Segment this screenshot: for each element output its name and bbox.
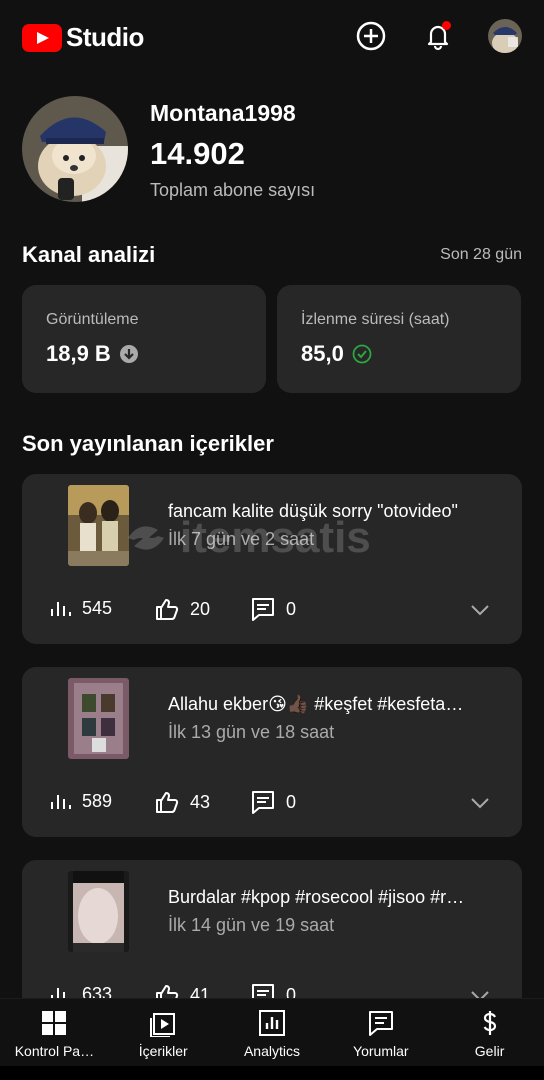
- watch-time-value: 85,0: [301, 341, 344, 366]
- analytics-icon: [258, 1010, 285, 1036]
- analytics-period: Son 28 gün: [440, 246, 522, 263]
- nav-label: Kontrol Pa…: [14, 1043, 95, 1059]
- video-card[interactable]: fancam kalite düşük sorry "otovideo" İlk…: [22, 474, 522, 644]
- nav-analytics[interactable]: Analytics: [218, 999, 327, 1066]
- youtube-logo-icon: [22, 23, 62, 52]
- likes-count: 20: [190, 598, 211, 619]
- bar-chart-icon: [51, 795, 71, 809]
- nav-label: Yorumlar: [353, 1043, 409, 1059]
- video-title: Allahu ekber😘👍🏿 #keşfet #kesfeta…: [168, 694, 464, 714]
- thumbs-up-icon: [156, 792, 179, 813]
- watch-time-card[interactable]: İzlenme süresi (saat) 85,0: [277, 285, 521, 393]
- logo-text: Studio: [66, 22, 144, 52]
- comments-count: 0: [286, 791, 297, 812]
- views-value: 18,9 B: [46, 341, 111, 366]
- likes-count: 43: [190, 791, 211, 812]
- nav-dashboard[interactable]: Kontrol Pa…: [0, 999, 109, 1066]
- views-count: 545: [82, 597, 113, 618]
- watch-time-label: İzlenme süresi (saat): [301, 311, 450, 328]
- bottom-nav: Kontrol Pa… İçerikler Analytics Yorumlar…: [0, 998, 544, 1066]
- video-metrics: 545 20 0: [48, 596, 498, 624]
- views-value-row: 18,9 B: [46, 341, 139, 367]
- chevron-down-icon[interactable]: [468, 598, 492, 622]
- chevron-down-icon[interactable]: [468, 791, 492, 815]
- notification-dot: [442, 21, 451, 30]
- views-label: Görüntüleme: [46, 311, 139, 328]
- nav-content[interactable]: İçerikler: [109, 999, 218, 1066]
- thumbs-up-icon: [156, 599, 179, 620]
- comments-metric: 0: [250, 789, 296, 815]
- comments-count: 0: [286, 598, 297, 619]
- bar-chart-icon: [51, 602, 71, 616]
- dashboard-icon: [42, 1011, 67, 1035]
- comment-icon: [252, 598, 274, 621]
- account-avatar[interactable]: [488, 19, 522, 53]
- channel-name: Montana1998: [150, 100, 296, 126]
- nav-label: Gelir: [474, 1043, 505, 1059]
- video-age: İlk 13 gün ve 18 saat: [168, 722, 335, 742]
- views-count: 589: [82, 790, 113, 811]
- nav-label: Analytics: [243, 1043, 300, 1059]
- video-age: İlk 7 gün ve 2 saat: [168, 529, 315, 549]
- analytics-title: Kanal analizi: [22, 242, 156, 267]
- watch-time-value-row: 85,0: [301, 341, 372, 367]
- video-thumbnail[interactable]: [68, 871, 129, 952]
- channel-avatar[interactable]: [22, 96, 128, 202]
- recent-content-title: Son yayınlanan içerikler: [22, 431, 274, 456]
- youtube-studio-logo[interactable]: Studio: [22, 22, 144, 53]
- views-metric: 589: [48, 789, 112, 813]
- comment-icon: [252, 791, 274, 814]
- content-icon: [150, 1013, 176, 1037]
- likes-metric: 43: [154, 789, 210, 815]
- comments-icon: [368, 1011, 393, 1036]
- video-title: fancam kalite düşük sorry "otovideo": [168, 501, 458, 521]
- video-metrics: 589 43 0: [48, 789, 498, 817]
- video-card[interactable]: Allahu ekber😘👍🏿 #keşfet #kesfeta… İlk 13…: [22, 667, 522, 837]
- dollar-icon: [483, 1011, 496, 1035]
- nav-comments[interactable]: Yorumlar: [326, 999, 435, 1066]
- system-navigation-bar: [0, 1066, 544, 1080]
- subscriber-count: 14.902: [150, 136, 245, 171]
- views-card[interactable]: Görüntüleme 18,9 B: [22, 285, 266, 393]
- views-metric: 545: [48, 596, 112, 620]
- create-icon[interactable]: [355, 20, 387, 52]
- check-circle-icon: [352, 344, 372, 364]
- video-title: Burdalar #kpop #rosecool #jisoo #r…: [168, 887, 465, 907]
- nav-label: İçerikler: [138, 1043, 188, 1059]
- comments-metric: 0: [250, 596, 296, 622]
- subscriber-label: Toplam abone sayısı: [150, 180, 316, 200]
- likes-metric: 20: [154, 596, 210, 622]
- video-thumbnail[interactable]: [68, 485, 129, 566]
- trend-down-icon: [119, 345, 138, 363]
- nav-earn[interactable]: Gelir: [435, 999, 544, 1066]
- video-age: İlk 14 gün ve 19 saat: [168, 915, 335, 935]
- top-bar: Studio: [0, 0, 544, 74]
- video-thumbnail[interactable]: [68, 678, 129, 759]
